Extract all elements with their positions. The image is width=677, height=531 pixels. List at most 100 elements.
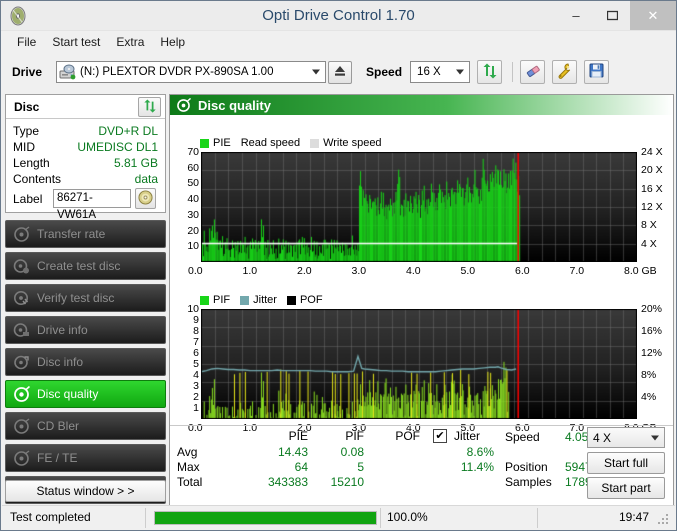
y-axis-tick: 60 (187, 161, 199, 174)
menu-file[interactable]: File (9, 33, 44, 51)
stats-max-jitter: 11.4% (460, 460, 494, 474)
disc-row-key: Type (13, 124, 40, 138)
window-controls: – ✕ (558, 1, 676, 30)
status-message: Test completed (10, 510, 91, 524)
y-axis-tick: 3 (193, 380, 199, 392)
test-speed-select[interactable]: 4 X (587, 427, 665, 448)
disc-write-icon (13, 258, 30, 275)
statistics-area: PIE PIF POF ✔ Jitter Avg 14.43 0.08 8.6%… (170, 425, 673, 499)
status-separator (537, 508, 538, 528)
toolbar-separator (512, 62, 514, 82)
minimize-button[interactable]: – (558, 1, 594, 30)
drive-icon (59, 64, 77, 80)
disc-box-title: Disc (14, 99, 40, 114)
legend-swatch-write-speed (310, 138, 320, 148)
start-full-button[interactable]: Start full (587, 452, 665, 474)
legend-swatch-jitter (240, 295, 250, 305)
y2-axis-tick: 20% (641, 303, 663, 315)
disc-icon (13, 449, 30, 467)
sidebar-item-drive-info[interactable]: Drive info (5, 316, 166, 344)
save-floppy-icon (589, 63, 604, 81)
disc-row-contents: Contents data (13, 171, 158, 187)
panel-header: Disc quality (170, 95, 673, 115)
sidebar-item-transfer-rate[interactable]: Transfer rate (5, 220, 166, 248)
left-panel: Disc Type DVD+R DL MID UMEDISC DL1 Lengt… (5, 94, 166, 506)
disc-row-key: Length (13, 156, 50, 170)
x-axis-tick: 7.0 (569, 265, 585, 277)
sidebar-item-cd-bler[interactable]: CD Bler (5, 412, 166, 440)
sidebar-item-verify-test-disc[interactable]: Verify test disc (5, 284, 166, 312)
disc-row-type: Type DVD+R DL (13, 123, 158, 139)
x-axis-tick: 6.0 (515, 265, 530, 277)
y2-axis-tick: 16% (641, 325, 663, 337)
close-button[interactable]: ✕ (630, 1, 676, 30)
legend-swatch-pif (200, 295, 209, 305)
pif-chart-plot (201, 309, 637, 419)
stats-header-pie: PIE (288, 429, 308, 443)
x-axis-tick: 3.0 (351, 265, 367, 277)
sidebar-item-disc-info[interactable]: Disc info (5, 348, 166, 376)
legend-label-jitter: Jitter (253, 294, 277, 306)
disc-label-row: Label 86271-VW61A (13, 188, 158, 221)
tools-button[interactable] (552, 60, 578, 84)
sidebar-item-label: Disc quality (37, 387, 99, 401)
maximize-button[interactable] (594, 1, 630, 30)
sidebar-item-disc-quality[interactable]: Disc quality (5, 380, 166, 408)
refresh-button[interactable] (477, 60, 503, 84)
disc-quality-icon (176, 97, 192, 113)
title-bar: Opti Drive Control 1.70 – ✕ (1, 1, 676, 31)
disc-row-value: DVD+R DL (98, 124, 158, 138)
sidebar-item-fe-te[interactable]: FE / TE (5, 444, 166, 472)
x-axis-tick: 5.0 (460, 265, 476, 277)
stats-row-label-avg: Avg (177, 445, 198, 459)
menu-help[interactable]: Help (152, 33, 193, 51)
test-speed-value: 4 X (593, 430, 612, 445)
sidebar-item-label: Create test disc (37, 259, 121, 273)
progress-bar (154, 511, 377, 525)
y-axis-tick: 30 (187, 208, 199, 221)
disc-label-button[interactable] (135, 188, 156, 209)
sidebar-item-label: FE / TE (37, 451, 78, 465)
status-window-button[interactable]: Status window > > (5, 480, 166, 502)
wrench-icon (557, 62, 573, 82)
legend-label-write-speed: Write speed (323, 137, 382, 149)
stats-avg-pie: 14.43 (277, 445, 308, 459)
info-label-samples: Samples (505, 475, 552, 489)
eject-button[interactable] (328, 60, 353, 84)
menu-extra[interactable]: Extra (108, 33, 152, 51)
speed-select[interactable]: 16 X (410, 61, 471, 83)
drive-select[interactable]: (N:) PLEXTOR DVDR PX-890SA 1.00 (56, 61, 327, 83)
drive-select-value: (N:) PLEXTOR DVDR PX-890SA 1.00 (80, 66, 274, 78)
disc-info-icon (13, 322, 30, 339)
disc-properties: Type DVD+R DL MID UMEDISC DL1 Length 5.8… (6, 119, 165, 221)
jitter-checkbox[interactable]: ✔ (433, 429, 447, 443)
disc-label-input[interactable]: 86271-VW61A (53, 189, 131, 221)
status-separator (145, 508, 146, 528)
progress-percent: 100.0% (387, 510, 428, 524)
disc-refresh-button[interactable] (138, 97, 161, 117)
y-axis-tick: 2 (193, 391, 199, 403)
speed-label: Speed (366, 65, 403, 79)
y-axis-tick: 50 (187, 177, 199, 190)
start-part-button[interactable]: Start part (587, 477, 665, 499)
disc-row-value: 5.81 GB (113, 156, 158, 170)
stats-max-pif: 5 (357, 460, 364, 474)
menu-start-test[interactable]: Start test (44, 33, 108, 51)
stats-header-pof: POF (395, 429, 420, 443)
x-axis-tick: 0.0 (188, 265, 203, 277)
pie-chart-plot (201, 152, 637, 262)
y-axis-tick: 7 (193, 336, 199, 348)
erase-button[interactable] (520, 60, 546, 84)
disc-row-value: UMEDISC DL1 (77, 140, 158, 154)
stats-avg-pif: 0.08 (340, 445, 364, 459)
y2-axis-tick: 16 X (641, 182, 663, 195)
resize-grip[interactable] (658, 514, 670, 526)
save-button[interactable] (584, 60, 610, 84)
sidebar-nav: Transfer rate Create test disc Verify te… (5, 220, 166, 508)
y-axis-tick: 8 (193, 325, 199, 337)
disc-row-length: Length 5.81 GB (13, 155, 158, 171)
stats-total-pie: 343383 (267, 475, 308, 489)
refresh-icon (482, 63, 498, 82)
sidebar-item-create-test-disc[interactable]: Create test disc (5, 252, 166, 280)
y2-axis-tick: 20 X (641, 164, 663, 177)
